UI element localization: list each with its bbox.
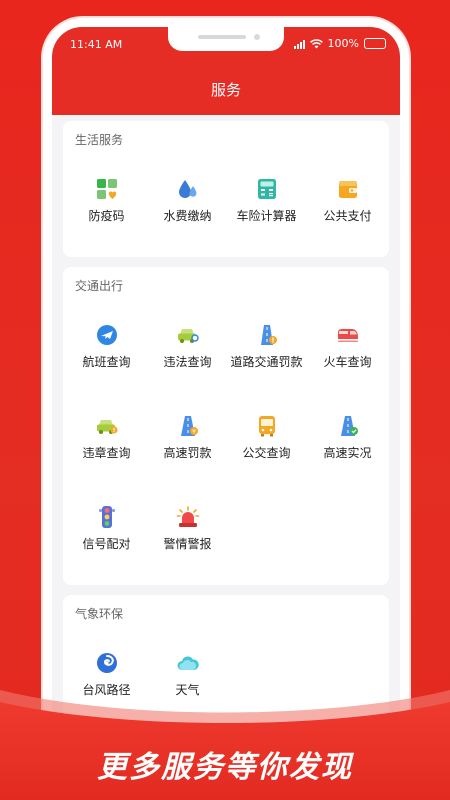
typhoon-icon: [96, 653, 117, 673]
phone-screen: 11:41 AM 100% 服务 生活服务 防疫码 水费缴纳 车险计算器 公共支…: [52, 27, 400, 769]
signal-icon: [293, 39, 305, 49]
service-label: 水费缴纳: [163, 209, 212, 223]
service-label: 防疫码: [88, 209, 125, 223]
speaker: [198, 35, 246, 39]
nav-bar: 服务: [52, 63, 400, 115]
notch: [168, 27, 284, 51]
section-title: 生活服务: [75, 133, 124, 147]
section-title: 交通出行: [75, 279, 124, 293]
car-search-icon: [177, 329, 199, 343]
service-label: 公交查询: [242, 446, 291, 460]
promo-slogan: 更多服务等你发现: [97, 750, 353, 785]
service-label: 公共支付: [323, 209, 372, 223]
service-label: 违法查询: [163, 355, 212, 369]
service-signal-pairing[interactable]: 信号配对: [66, 505, 147, 552]
services-content[interactable]: 生活服务 防疫码 水费缴纳 车险计算器 公共支付 交通出行 航班查询 违法查询 …: [52, 115, 400, 769]
service-flight-query[interactable]: 航班查询: [66, 323, 147, 370]
battery-percent: 100%: [327, 37, 359, 50]
battery-icon: [364, 38, 386, 49]
service-insurance-calculator[interactable]: 车险计算器: [226, 177, 307, 224]
service-label: 高速实况: [323, 446, 372, 460]
car-violation-icon: [96, 420, 117, 434]
road-fine-icon: [260, 325, 277, 345]
service-label: 警情警报: [163, 537, 212, 551]
service-label: 车险计算器: [236, 209, 297, 223]
alarm-icon: [176, 506, 199, 527]
wifi-icon: [309, 38, 323, 48]
status-indicators: 100%: [293, 37, 386, 50]
service-train-query[interactable]: 火车查询: [307, 323, 388, 370]
svg-text:¥: ¥: [192, 428, 196, 435]
plane-icon: [96, 325, 117, 345]
health-code-icon: [96, 179, 117, 199]
water-drop-icon: [178, 180, 196, 198]
bus-icon: [258, 416, 275, 437]
service-police-alert[interactable]: 警情警报: [147, 505, 228, 552]
traffic-light-icon: [98, 506, 115, 528]
section-transportation: 交通出行 航班查询 违法查询 道路交通罚款 火车查询 违章查询 ¥ 高速罚款 公…: [63, 267, 389, 585]
highway-fine-icon: ¥: [180, 416, 198, 436]
service-label: 道路交通罚款: [230, 355, 303, 369]
page-title: 服务: [210, 80, 241, 99]
cloud-icon: [177, 656, 199, 670]
service-label: 火车查询: [323, 355, 372, 369]
status-time: 11:41 AM: [70, 38, 123, 51]
service-traffic-violation[interactable]: 违章查询: [66, 414, 147, 461]
calculator-icon: [257, 179, 276, 199]
service-label: 信号配对: [82, 537, 131, 551]
status-bar: 11:41 AM 100%: [52, 27, 400, 63]
service-water-fee[interactable]: 水费缴纳: [147, 177, 228, 224]
wallet-icon: [338, 181, 357, 198]
service-label: 高速罚款: [163, 446, 212, 460]
section-life-services: 生活服务 防疫码 水费缴纳 车险计算器 公共支付: [63, 121, 389, 257]
train-icon: [337, 329, 358, 342]
service-violation-query[interactable]: 违法查询: [147, 323, 228, 370]
service-highway-fine[interactable]: ¥ 高速罚款: [147, 414, 228, 461]
service-public-payment[interactable]: 公共支付: [307, 177, 388, 224]
service-bus-query[interactable]: 公交查询: [226, 414, 307, 461]
service-road-fine[interactable]: 道路交通罚款: [226, 323, 307, 370]
service-highway-live[interactable]: 高速实况: [307, 414, 388, 461]
section-title: 气象环保: [75, 607, 124, 621]
service-health-code[interactable]: 防疫码: [66, 177, 147, 224]
service-label: 航班查询: [82, 355, 131, 369]
camera-dot: [254, 34, 260, 40]
service-label: 违章查询: [82, 446, 131, 460]
highway-live-icon: [340, 416, 358, 436]
phone-frame: 11:41 AM 100% 服务 生活服务 防疫码 水费缴纳 车险计算器 公共支…: [43, 18, 409, 778]
